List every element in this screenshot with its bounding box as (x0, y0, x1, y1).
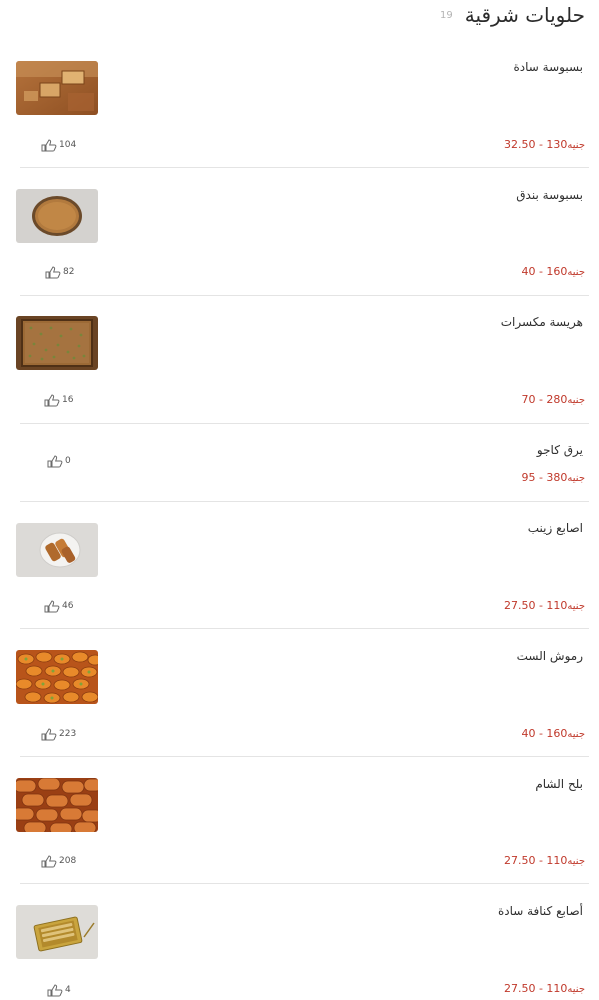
like-count: 82 (63, 267, 75, 277)
divider (20, 628, 589, 629)
item-name[interactable]: يرق كاجو (537, 442, 583, 458)
item-image[interactable] (16, 523, 98, 577)
item-name[interactable]: بسبوسة سادة (513, 59, 583, 75)
divider (20, 883, 589, 884)
item-name[interactable]: هريسة مكسرات (501, 314, 583, 330)
like-count: 223 (59, 729, 77, 739)
item-price: 40 - 160جنيه (521, 265, 585, 278)
thumbs-up-icon (41, 727, 57, 740)
like-count: 4 (65, 985, 71, 995)
divider (20, 423, 589, 424)
thumbs-up-icon (41, 854, 57, 867)
thumbs-up-icon (44, 393, 60, 406)
divider (20, 756, 589, 757)
item-image[interactable] (16, 316, 98, 370)
like-button[interactable]: 4 (47, 983, 71, 997)
like-count: 0 (65, 456, 71, 466)
category-title: حلويات شرقية (464, 3, 585, 27)
item-price: 40 - 160جنيه (521, 727, 585, 740)
item-price: 95 - 380جنيه (521, 471, 585, 484)
item-image[interactable] (16, 650, 98, 704)
item-price: 27.50 - 110جنيه (503, 982, 585, 995)
thumbs-up-icon (47, 983, 63, 996)
like-button[interactable]: 82 (45, 265, 74, 279)
item-price: 32.50 - 130جنيه (503, 138, 585, 151)
item-image[interactable] (16, 189, 98, 243)
item-name[interactable]: اصابع زينب (528, 520, 583, 536)
page-header: حلويات شرقية 19 (0, 0, 599, 40)
divider (20, 167, 589, 168)
item-price: 27.50 - 110جنيه (503, 599, 585, 612)
item-price: 70 - 280جنيه (521, 393, 585, 406)
item-image[interactable] (16, 905, 98, 959)
thumbs-up-icon (47, 454, 63, 467)
divider (20, 501, 589, 502)
thumbs-up-icon (45, 265, 61, 278)
item-image[interactable] (16, 61, 98, 115)
like-button[interactable]: 16 (44, 393, 73, 407)
item-name[interactable]: بسبوسة بندق (516, 187, 583, 203)
thumbs-up-icon (41, 138, 57, 151)
like-count: 104 (59, 140, 77, 150)
item-count: 19 (440, 10, 453, 21)
item-name[interactable]: بلح الشام (535, 776, 583, 792)
thumbs-up-icon (44, 599, 60, 612)
like-count: 208 (59, 856, 77, 866)
like-count: 46 (62, 601, 74, 611)
divider (20, 295, 589, 296)
item-price: 27.50 - 110جنيه (503, 854, 585, 867)
like-button[interactable]: 223 (41, 727, 76, 741)
item-name[interactable]: أصابع كنافة سادة (498, 903, 583, 919)
like-button[interactable]: 208 (41, 854, 76, 868)
like-button[interactable]: 0 (47, 454, 71, 468)
like-count: 16 (62, 395, 74, 405)
like-button[interactable]: 46 (44, 599, 73, 613)
item-image[interactable] (16, 778, 98, 832)
like-button[interactable]: 104 (41, 138, 76, 152)
item-name[interactable]: رموش الست (517, 648, 583, 664)
